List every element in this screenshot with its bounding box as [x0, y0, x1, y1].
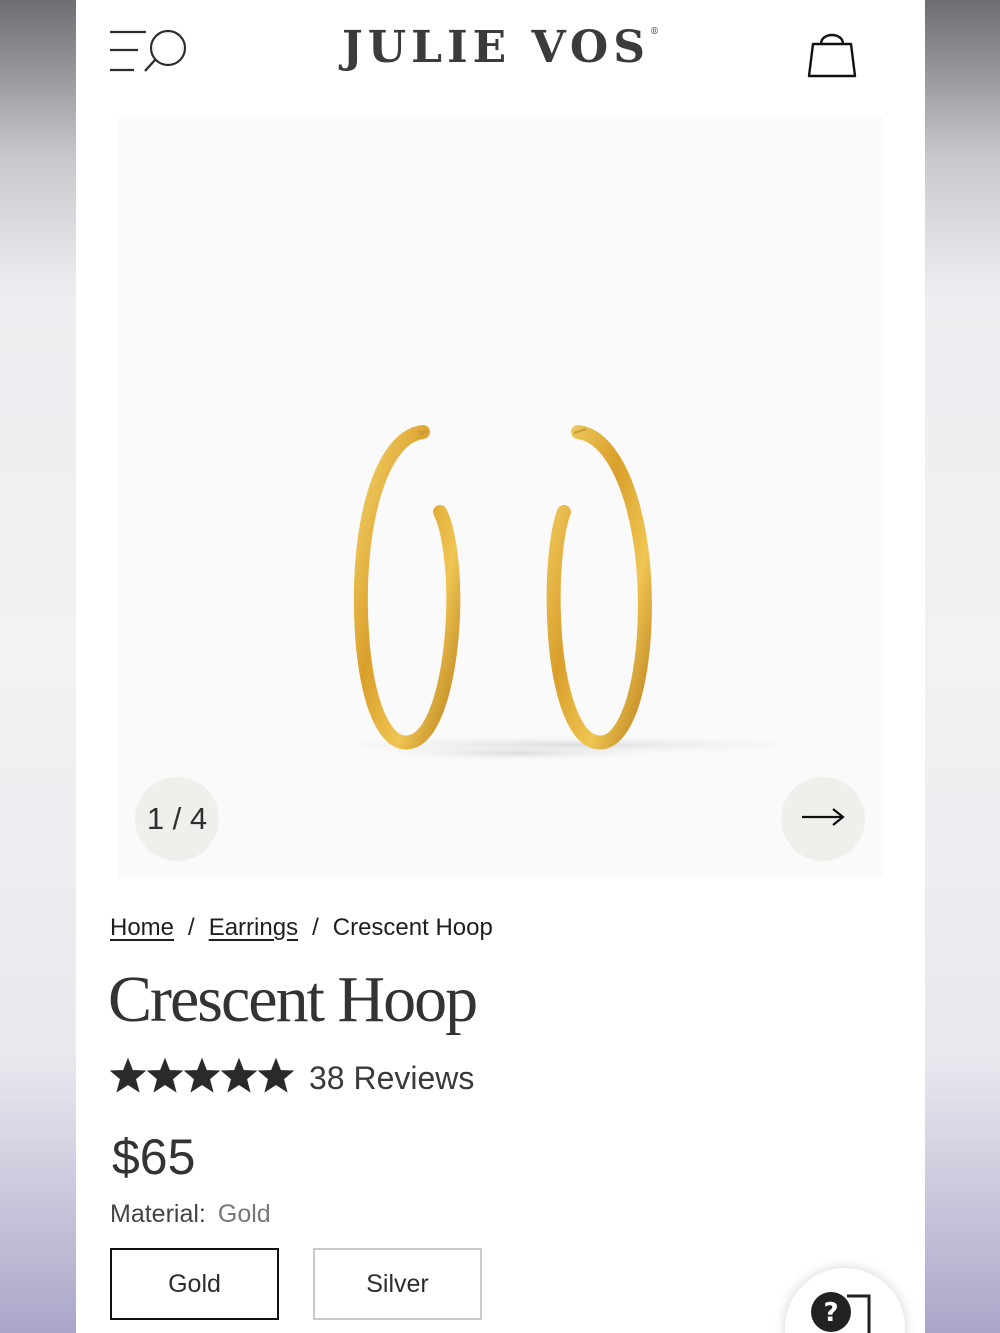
- product-page: JULIE VOS® 1 / 4 Home / Earrings / Cresc…: [76, 0, 925, 1333]
- help-chat-button[interactable]: ?: [785, 1268, 905, 1333]
- breadcrumb-separator: /: [312, 914, 319, 941]
- product-image: [298, 425, 838, 761]
- option-gold-button[interactable]: Gold: [110, 1248, 279, 1320]
- star-icon: [183, 1057, 221, 1098]
- breadcrumb-earrings-link[interactable]: Earrings: [209, 914, 298, 942]
- star-icon: [257, 1057, 295, 1098]
- help-chat-icon: ?: [811, 1292, 871, 1333]
- star-icon: [109, 1057, 147, 1098]
- material-label: Material: Gold: [110, 1200, 271, 1228]
- breadcrumb-separator: /: [188, 914, 195, 941]
- selected-material: Gold: [217, 1200, 271, 1228]
- product-image-gallery[interactable]: 1 / 4: [118, 117, 883, 877]
- rating-stars: [109, 1057, 295, 1098]
- arrow-right-icon: [801, 807, 845, 832]
- site-header: JULIE VOS®: [76, 0, 925, 110]
- breadcrumb-home-link[interactable]: Home: [110, 914, 174, 942]
- next-image-button[interactable]: [781, 777, 865, 861]
- product-rating: 38 Reviews: [109, 1057, 474, 1098]
- svg-text:?: ?: [823, 1298, 838, 1328]
- option-silver-button[interactable]: Silver: [313, 1248, 482, 1320]
- reviews-link[interactable]: 38 Reviews: [309, 1060, 474, 1097]
- product-price: $65: [112, 1129, 196, 1185]
- product-title: Crescent Hoop: [108, 963, 478, 1036]
- breadcrumb-current: Crescent Hoop: [332, 914, 493, 941]
- star-icon: [220, 1057, 258, 1098]
- image-counter: 1 / 4: [135, 777, 219, 861]
- shopping-bag-icon[interactable]: [806, 24, 858, 80]
- star-icon: [146, 1057, 184, 1098]
- breadcrumb: Home / Earrings / Crescent Hoop: [110, 914, 493, 942]
- brand-logo[interactable]: JULIE VOS®: [76, 22, 925, 73]
